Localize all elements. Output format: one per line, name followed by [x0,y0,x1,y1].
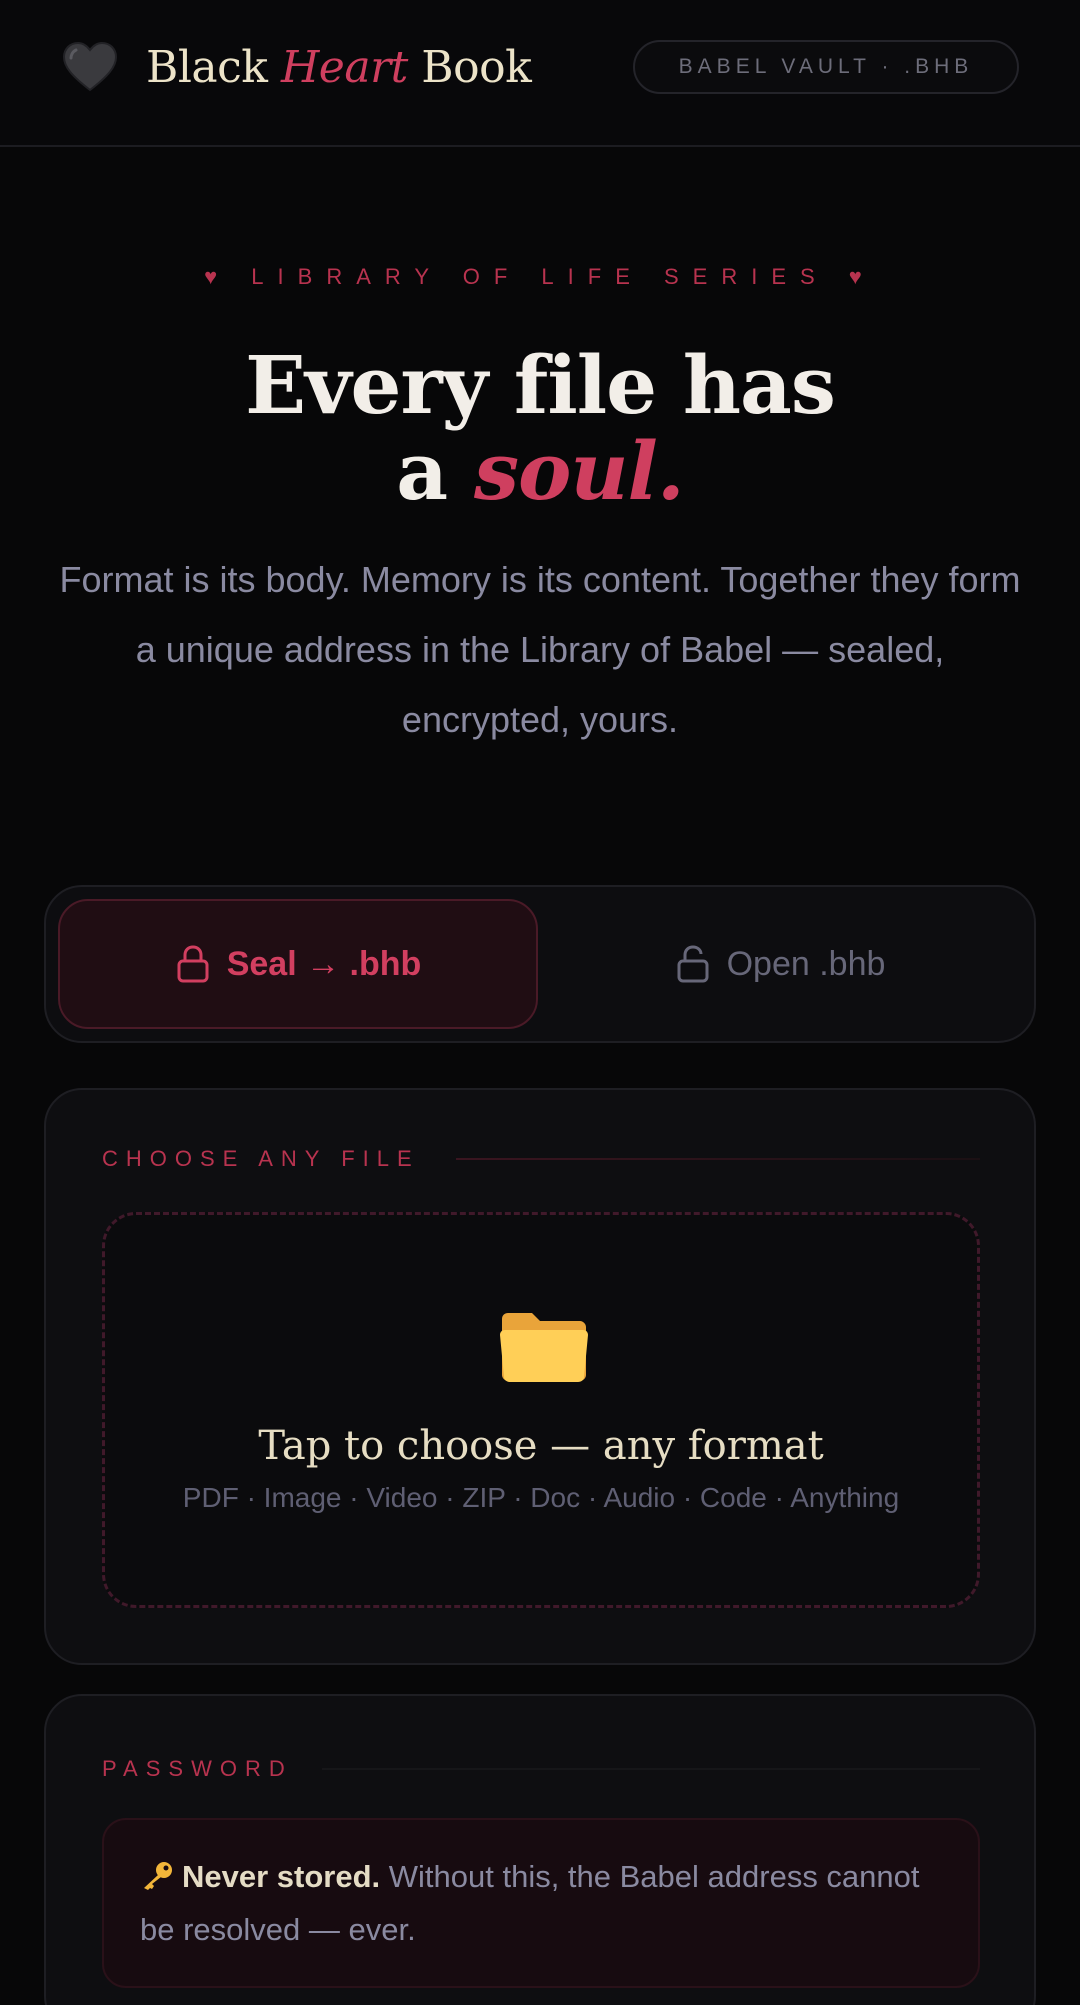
tab-seal[interactable]: Seal → .bhb [58,899,538,1029]
section-divider [322,1768,980,1770]
tab-seal-label: Seal → .bhb [226,944,422,983]
file-card: CHOOSE ANY FILE Tap to choose — any form… [44,1088,1036,1665]
black-heart-icon [62,41,118,92]
hero-title-accent: soul. [473,424,685,518]
app-header: Black Heart Book BABEL VAULT · .BHB [0,0,1080,147]
mode-tabs: Seal → .bhb Open .bhb [44,885,1036,1043]
hero-title: Every file has a soul. [0,342,1080,514]
brand-text-heart: Heart [280,42,408,93]
lock-icon [177,945,209,983]
key-icon [144,1862,172,1890]
vault-badge: BABEL VAULT · .BHB [633,40,1019,94]
hero-subtitle: Format is its body. Memory is its conten… [59,559,1021,740]
unlock-icon [677,945,709,983]
supported-formats: PDF · Image · Video · ZIP · Doc · Audio … [182,1482,900,1513]
brand-text-book: Book [407,42,532,93]
brand-text-black: Black [146,42,281,93]
password-label: PASSWORD [102,1756,293,1781]
hero-title-prefix: a [396,424,474,518]
section-divider [456,1158,980,1160]
password-card: PASSWORD Never stored. Without this, the… [44,1694,1036,2005]
tab-open[interactable]: Open .bhb [540,899,1020,1029]
series-eyebrow: ♥ LIBRARY OF LIFE SERIES ♥ [204,264,876,289]
hero-title-line1: Every file has [245,338,836,432]
password-notice: Never stored. Without this, the Babel ad… [102,1818,980,1988]
file-dropzone[interactable]: Tap to choose — any format PDF · Image ·… [102,1212,980,1608]
notice-strong: Never stored. [182,1859,381,1894]
folder-icon [500,1313,588,1382]
dropzone-title: Tap to choose — any format [258,1423,824,1469]
tab-open-label: Open .bhb [726,944,886,983]
choose-file-label: CHOOSE ANY FILE [102,1146,420,1171]
brand-title[interactable]: Black Heart Book [146,42,532,93]
